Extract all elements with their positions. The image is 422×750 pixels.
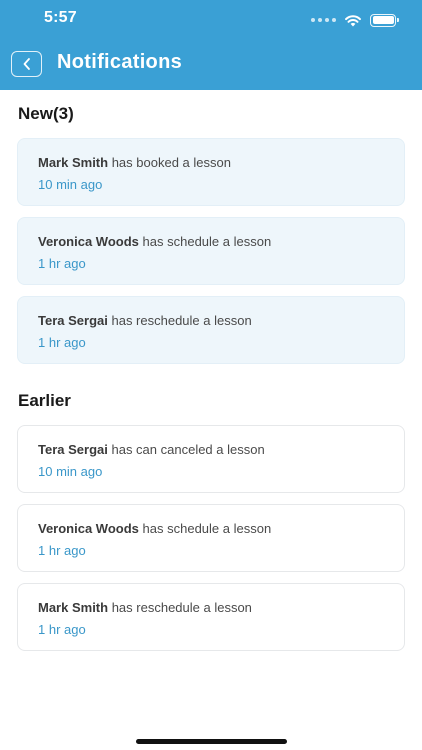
notification-text: Veronica Woods has schedule a lesson — [38, 233, 384, 250]
notification-user-name: Tera Sergai — [38, 313, 108, 328]
section-title-earlier: Earlier — [18, 391, 71, 410]
notification-action: has booked a lesson — [111, 155, 231, 170]
notification-action: has can canceled a lesson — [111, 442, 265, 457]
notification-action: has reschedule a lesson — [111, 313, 252, 328]
notification-text: Tera Sergai has can canceled a lesson — [38, 441, 384, 458]
notification-card[interactable]: Veronica Woods has schedule a lesson 1 h… — [17, 504, 405, 572]
notification-action: has schedule a lesson — [142, 521, 272, 536]
notification-time: 1 hr ago — [38, 543, 86, 558]
section-title-new: New(3) — [18, 104, 74, 123]
notification-card[interactable]: Tera Sergai has reschedule a lesson 1 hr… — [17, 296, 405, 364]
status-bar: 5:57 — [0, 0, 422, 40]
header-bar: 5:57 Notifications — [0, 0, 422, 90]
status-time: 5:57 — [44, 9, 77, 26]
home-indicator[interactable] — [136, 739, 287, 744]
notification-text: Mark Smith has reschedule a lesson — [38, 599, 384, 616]
notification-time: 1 hr ago — [38, 622, 86, 637]
status-icons — [311, 12, 399, 28]
notification-card[interactable]: Mark Smith has booked a lesson 10 min ag… — [17, 138, 405, 206]
notification-user-name: Veronica Woods — [38, 521, 139, 536]
notification-user-name: Tera Sergai — [38, 442, 108, 457]
notification-text: Mark Smith has booked a lesson — [38, 154, 384, 171]
notification-text: Veronica Woods has schedule a lesson — [38, 520, 384, 537]
notification-user-name: Mark Smith — [38, 155, 109, 170]
notification-time: 10 min ago — [38, 464, 103, 479]
notification-action: has schedule a lesson — [142, 234, 272, 249]
notification-user-name: Veronica Woods — [38, 234, 139, 249]
notification-time: 1 hr ago — [38, 256, 86, 271]
notification-time: 1 hr ago — [38, 335, 86, 350]
notification-text: Tera Sergai has reschedule a lesson — [38, 312, 384, 329]
page-title: Notifications — [57, 51, 183, 73]
chevron-left-icon — [23, 58, 30, 70]
notification-time: 10 min ago — [38, 177, 103, 192]
notification-user-name: Mark Smith — [38, 600, 109, 615]
notification-card[interactable]: Mark Smith has reschedule a lesson 1 hr … — [17, 583, 405, 651]
notification-card[interactable]: Veronica Woods has schedule a lesson 1 h… — [17, 217, 405, 285]
battery-icon — [370, 13, 399, 27]
signal-icon — [311, 18, 336, 22]
back-button[interactable] — [11, 51, 42, 77]
wifi-icon — [345, 14, 361, 26]
notification-card[interactable]: Tera Sergai has can canceled a lesson 10… — [17, 425, 405, 493]
notification-action: has reschedule a lesson — [111, 600, 252, 615]
